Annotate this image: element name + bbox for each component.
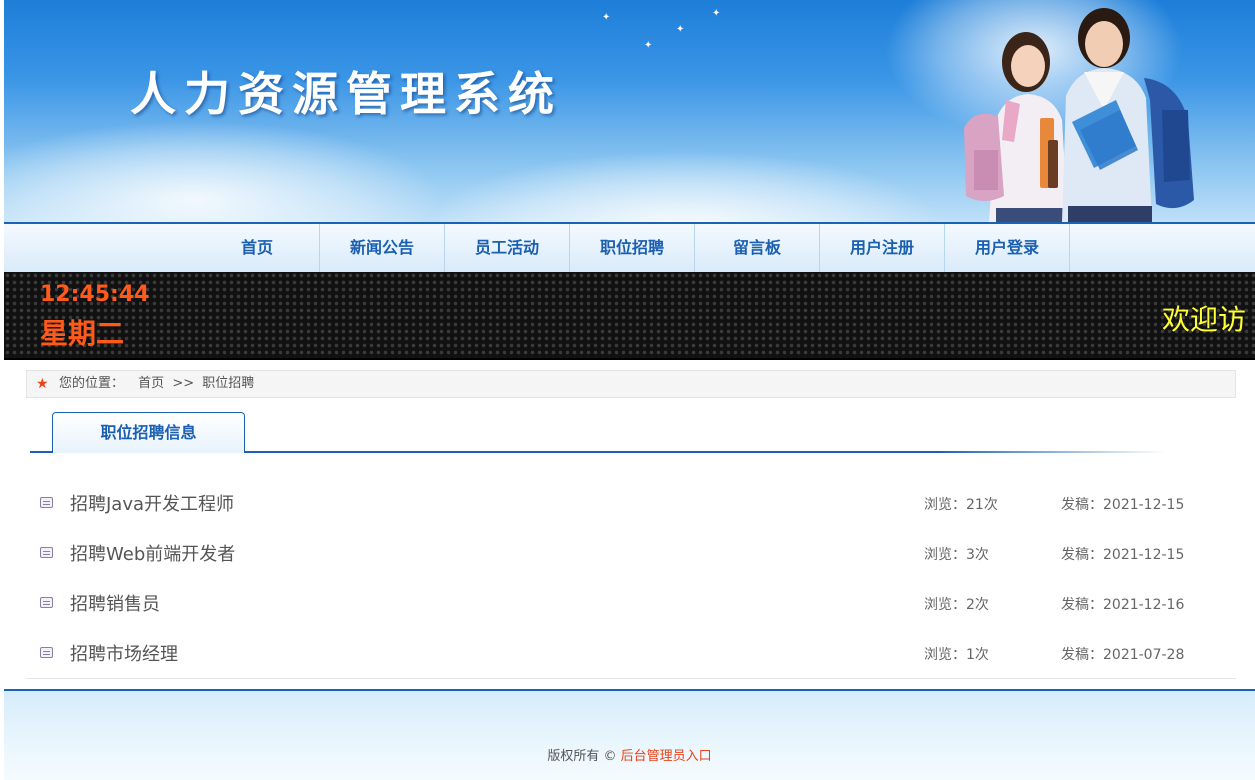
job-date: 发稿：2021-12-15 [1061, 547, 1185, 563]
job-views: 浏览：3次 [924, 547, 989, 563]
list-item: 招聘市场经理 浏览：1次 发稿：2021-07-28 [26, 628, 1236, 678]
site-title: 人力资源管理系统 [130, 67, 562, 121]
star-icon: ★ [36, 376, 49, 392]
breadcrumb-current: 职位招聘 [202, 376, 255, 391]
sparkle-icon: ✦ [602, 12, 611, 23]
admin-entry-link[interactable]: 后台管理员入口 [621, 749, 712, 764]
job-date: 发稿：2021-07-28 [1061, 647, 1185, 663]
job-views: 浏览：2次 [924, 597, 989, 613]
nav-item-register[interactable]: 用户注册 [820, 224, 945, 272]
job-list: 招聘Java开发工程师 浏览：21次 发稿：2021-12-15 招聘Web前端… [26, 478, 1236, 678]
sparkle-icon: ✦ [676, 24, 685, 35]
clock-time: 12:45:44 [40, 282, 150, 307]
document-icon [40, 647, 53, 658]
header-banner: ✦ ✦ ✦ ✦ 人力资源管理系统 [4, 0, 1255, 222]
main-nav: 首页 新闻公告 员工活动 职位招聘 留言板 用户注册 用户登录 [4, 222, 1255, 272]
job-title-link[interactable]: 招聘销售员 [70, 590, 160, 616]
document-icon [40, 597, 53, 608]
document-icon [40, 497, 53, 508]
led-ticker: 12:45:44 星期二 欢迎访 [4, 272, 1255, 360]
cloud-decoration [424, 150, 944, 222]
copyright-text: 版权所有 © [547, 749, 617, 764]
document-icon [40, 547, 53, 558]
job-title-link[interactable]: 招聘市场经理 [70, 640, 178, 666]
job-title-link[interactable]: 招聘Web前端开发者 [70, 540, 235, 566]
students-illustration [964, 8, 1194, 222]
list-item: 招聘销售员 浏览：2次 发稿：2021-12-16 [26, 578, 1236, 628]
tab-job-listings[interactable]: 职位招聘信息 [52, 412, 245, 453]
job-title-link[interactable]: 招聘Java开发工程师 [70, 490, 234, 516]
job-views: 浏览：1次 [924, 647, 989, 663]
breadcrumb-prefix: 您的位置： [59, 376, 125, 391]
footer: 版权所有 © 后台管理员入口 [4, 689, 1255, 780]
welcome-marquee: 欢迎访 [1162, 303, 1247, 336]
job-date: 发稿：2021-12-16 [1061, 597, 1185, 613]
nav-item-activities[interactable]: 员工活动 [445, 224, 570, 272]
breadcrumb-text: 您的位置： 首页 >> 职位招聘 [59, 371, 254, 397]
list-item: 招聘Web前端开发者 浏览：3次 发稿：2021-12-15 [26, 528, 1236, 578]
sparkle-icon: ✦ [644, 40, 653, 51]
sparkle-icon: ✦ [712, 8, 721, 19]
list-item: 招聘Java开发工程师 浏览：21次 发稿：2021-12-15 [26, 478, 1236, 528]
breadcrumb: ★ 您的位置： 首页 >> 职位招聘 [26, 370, 1236, 398]
nav-item-guestbook[interactable]: 留言板 [695, 224, 820, 272]
footer-copyright: 版权所有 © 后台管理员入口 [4, 745, 1255, 764]
nav-item-login[interactable]: 用户登录 [945, 224, 1070, 272]
nav-item-jobs[interactable]: 职位招聘 [570, 224, 695, 272]
clock-weekday: 星期二 [40, 317, 125, 350]
cloud-decoration [4, 120, 444, 222]
job-views: 浏览：21次 [924, 497, 998, 513]
nav-item-news[interactable]: 新闻公告 [320, 224, 445, 272]
breadcrumb-home-link[interactable]: 首页 [138, 376, 164, 391]
job-date: 发稿：2021-12-15 [1061, 497, 1185, 513]
nav-item-home[interactable]: 首页 [195, 224, 320, 272]
list-divider [26, 678, 1236, 679]
breadcrumb-separator: >> [172, 376, 195, 391]
